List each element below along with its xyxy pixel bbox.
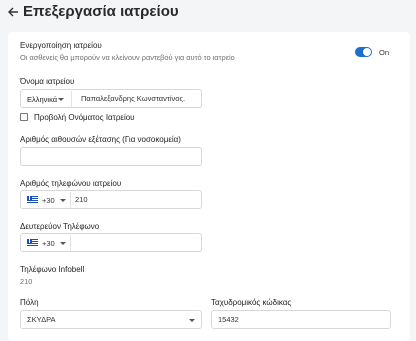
- language-select[interactable]: Ελληνικά: [22, 91, 72, 107]
- infobell-label: Τηλέφωνο Infobell: [20, 265, 85, 274]
- back-arrow-icon[interactable]: [6, 5, 20, 19]
- rooms-input[interactable]: [20, 147, 202, 166]
- clinic-form-card: Ενεργοποίηση ιατρείου Οι ασθενείς θα μπο…: [8, 32, 410, 341]
- active-label: Ενεργοποίηση ιατρείου: [20, 41, 102, 50]
- city-select-value: ΣΚΥΔΡΑ: [27, 315, 56, 324]
- chevron-down-icon: [60, 199, 66, 202]
- postal-code-label: Ταχυδρομικός κώδικας: [211, 298, 292, 307]
- greek-flag-icon: [27, 196, 38, 204]
- greek-flag-icon: [27, 239, 38, 247]
- phone-input[interactable]: 210: [75, 195, 88, 204]
- page-header: Επεξεργασία ιατρείου: [0, 0, 416, 26]
- dial-code: +30: [42, 239, 55, 248]
- country-code-select[interactable]: +30: [22, 235, 71, 251]
- phone-label: Αριθμός τηλεφώνου ιατρείου: [20, 179, 122, 188]
- active-description: Οι ασθενείς θα μπορούν να κλείνουν ραντε…: [20, 53, 235, 62]
- phone-field: +30 210: [20, 190, 202, 209]
- language-select-value: Ελληνικά: [27, 94, 58, 104]
- clinic-name-field: Ελληνικά Παπαλεξανδρης Κωνσταντίνος.: [20, 89, 202, 108]
- clinic-name-label: Όνομα ιατρείου: [20, 77, 75, 86]
- rooms-label: Αριθμός αιθουσών εξέτασης (Για νοσοκομεί…: [20, 135, 181, 144]
- clinic-name-input[interactable]: Παπαλεξανδρης Κωνσταντίνος.: [81, 94, 185, 103]
- dial-code: +30: [42, 196, 55, 205]
- city-select[interactable]: ΣΚΥΔΡΑ: [20, 310, 202, 329]
- postal-code-value: 15432: [218, 315, 239, 324]
- postal-code-input[interactable]: 15432: [211, 310, 391, 329]
- infobell-value: 210: [20, 277, 33, 286]
- show-name-checkbox[interactable]: [20, 113, 28, 121]
- active-toggle-text: On: [379, 48, 390, 57]
- show-name-checkbox-label: Προβολή Ονόματος Ιατρείου: [34, 113, 135, 122]
- chevron-down-icon: [189, 319, 195, 322]
- chevron-down-icon: [60, 242, 66, 245]
- country-code-select[interactable]: +30: [22, 192, 71, 208]
- secondary-phone-field: +30: [20, 233, 202, 252]
- secondary-phone-label: Δευτερεύον Τηλέφωνο: [20, 222, 100, 231]
- page-title: Επεξεργασία ιατρείου: [23, 3, 179, 20]
- active-toggle[interactable]: [355, 47, 372, 57]
- chevron-down-icon: [58, 98, 64, 101]
- city-label: Πόλη: [20, 298, 39, 307]
